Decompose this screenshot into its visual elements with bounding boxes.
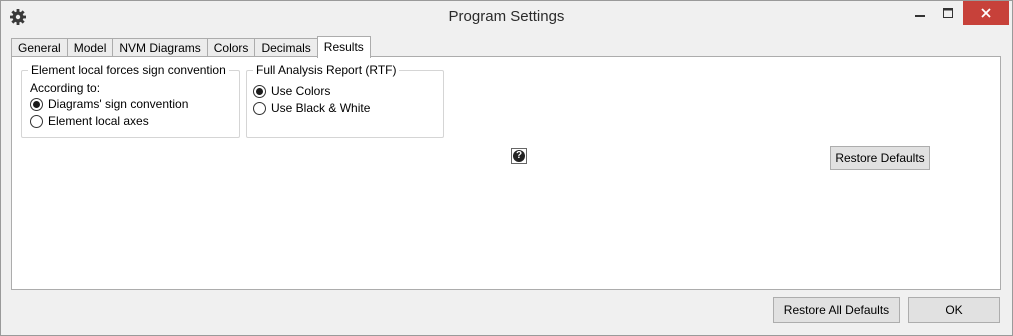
use-colors-label: Use Colors [271, 84, 331, 98]
question-mark: ? [513, 150, 525, 162]
tab-colors[interactable]: Colors [206, 38, 256, 58]
analysis-report-group-title: Full Analysis Report (RTF) [253, 63, 400, 77]
title-bar[interactable]: Program Settings [1, 1, 1012, 32]
minimize-icon [915, 15, 925, 17]
window-title: Program Settings [448, 8, 565, 25]
settings-tab-strip: General Model NVM Diagrams Colors Decima… [11, 36, 371, 58]
analysis-report-group: Full Analysis Report (RTF) Use Colors Us… [246, 63, 444, 138]
use-colors-radio[interactable] [253, 84, 266, 98]
element-local-axes-radio[interactable] [30, 114, 43, 128]
ok-button[interactable]: OK [908, 297, 1000, 323]
radio-selected-dot [256, 87, 263, 95]
close-icon [981, 8, 991, 18]
diagrams-sign-convention-label: Diagrams' sign convention [48, 97, 189, 111]
element-local-axes-option[interactable]: Element local axes [30, 114, 149, 128]
tab-nvm-diagrams[interactable]: NVM Diagrams [112, 38, 208, 58]
restore-defaults-button[interactable]: Restore Defaults [830, 146, 930, 170]
close-button[interactable] [963, 1, 1009, 25]
diagrams-sign-convention-option[interactable]: Diagrams' sign convention [30, 97, 188, 111]
sign-convention-group: Element local forces sign convention Acc… [21, 63, 240, 138]
minimize-button[interactable] [907, 1, 933, 25]
tab-results[interactable]: Results [316, 36, 371, 58]
results-panel: Element local forces sign convention Acc… [11, 56, 1001, 290]
tab-decimals[interactable]: Decimals [254, 38, 318, 58]
use-black-white-option[interactable]: Use Black & White [253, 101, 370, 115]
maximize-icon [943, 8, 953, 18]
restore-all-defaults-button[interactable]: Restore All Defaults [773, 297, 900, 323]
maximize-button[interactable] [935, 1, 961, 25]
tab-model[interactable]: Model [66, 38, 114, 58]
diagrams-sign-convention-radio[interactable] [30, 97, 43, 111]
use-black-white-label: Use Black & White [271, 101, 371, 115]
element-local-axes-label: Element local axes [48, 114, 149, 128]
program-settings-window: Program Settings General Model NVM Diagr… [0, 0, 1013, 336]
radio-selected-dot [33, 100, 40, 108]
according-to-label: According to: [30, 81, 101, 95]
use-black-white-radio[interactable] [253, 101, 266, 115]
use-colors-option[interactable]: Use Colors [253, 84, 330, 98]
help-icon[interactable]: ? [511, 148, 527, 164]
tab-general[interactable]: General [11, 38, 68, 58]
sign-convention-group-title: Element local forces sign convention [28, 63, 229, 77]
